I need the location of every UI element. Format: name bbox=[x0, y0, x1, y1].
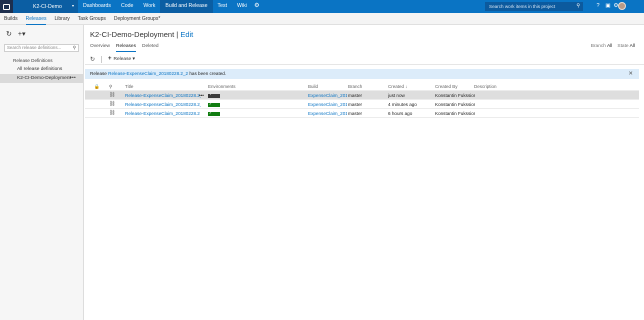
tab-task-groups[interactable]: Task Groups bbox=[74, 13, 110, 25]
created-value: 6 hours ago bbox=[388, 111, 413, 116]
hub-tabs: Builds Releases Library Task Groups Depl… bbox=[0, 13, 644, 25]
definition-search-input[interactable]: Search release definitions... ⚲ bbox=[4, 44, 79, 52]
project-selector[interactable]: K2-CI-Demo ▾ bbox=[13, 0, 78, 13]
definitions-heading: Release Definitions bbox=[13, 58, 53, 63]
toolbar-divider bbox=[101, 55, 103, 63]
table-row[interactable]: ⛓ Release-ExpenseClaim_20180228.2_2 ••• … bbox=[85, 91, 639, 100]
more-actions-icon[interactable]: ••• bbox=[70, 74, 76, 83]
success-check-icon: ✓ bbox=[208, 102, 220, 107]
definition-item-label: All release definitions bbox=[17, 67, 63, 72]
tab-library[interactable]: Library bbox=[50, 13, 73, 25]
project-settings-icon[interactable]: ⚙ bbox=[252, 0, 262, 13]
tab-deployment-groups[interactable]: Deployment Groups* bbox=[110, 13, 164, 25]
vsts-logo-icon[interactable] bbox=[0, 0, 13, 13]
column-branch[interactable]: Branch bbox=[348, 82, 386, 91]
column-environments[interactable]: Environments bbox=[208, 82, 268, 91]
branch-filter-value[interactable]: All bbox=[607, 44, 612, 49]
release-icon: ⛓ bbox=[109, 110, 115, 116]
create-release-label: Release bbox=[113, 57, 132, 62]
help-icon[interactable]: ? bbox=[594, 2, 602, 11]
branch-value: master bbox=[348, 93, 363, 98]
created-value: just now bbox=[388, 93, 405, 98]
definition-item-all[interactable]: All release definitions bbox=[0, 65, 83, 74]
branch-value: master bbox=[348, 111, 363, 116]
column-build[interactable]: Build bbox=[308, 82, 347, 91]
release-title-link[interactable]: Release-ExpenseClaim_20180228.2_1 bbox=[125, 100, 201, 109]
definition-tabs: Overview Releases Deleted bbox=[90, 44, 159, 52]
close-icon[interactable]: ✕ bbox=[628, 69, 633, 79]
release-title-link[interactable]: Release-ExpenseClaim_20180228.2 bbox=[125, 109, 201, 118]
banner-suffix: has been created. bbox=[189, 71, 227, 76]
release-definitions-pane: ↻ +▾ Search release definitions... ⚲ Rel… bbox=[0, 25, 84, 320]
page-title: K2-CI-Demo-Deployment | Edit bbox=[90, 30, 193, 39]
definition-item-label: K2-CI-Demo-Deployment bbox=[17, 76, 71, 81]
banner-release-link[interactable]: Release-ExpenseClaim_20180228.2_2 bbox=[108, 71, 188, 76]
row-more-actions-icon[interactable]: ••• bbox=[199, 91, 207, 100]
created-by-value: Konstantin Fukssion bbox=[435, 111, 475, 116]
nav-dashboards[interactable]: Dashboards bbox=[78, 0, 116, 13]
top-nav-bar: K2-CI-Demo ▾ Dashboards Code Work Build … bbox=[0, 0, 644, 13]
main-content: K2-CI-Demo-Deployment | Edit Overview Re… bbox=[85, 25, 644, 320]
nav-test[interactable]: Test bbox=[213, 0, 233, 13]
state-filter-value[interactable]: All bbox=[630, 44, 635, 49]
grid-header: 🔒 ⚲ Title Environments Build Branch Crea… bbox=[85, 82, 639, 91]
branch-value: master bbox=[348, 102, 363, 107]
created-value: 4 minutes ago bbox=[388, 102, 417, 107]
releases-toolbar: ↻ + Release ▾ bbox=[85, 54, 644, 65]
release-created-banner: Release Release-ExpenseClaim_20180228.2_… bbox=[85, 69, 639, 79]
project-name: K2-CI-Demo bbox=[33, 3, 62, 10]
build-link[interactable]: ExpenseClaim_20180 bbox=[308, 100, 347, 109]
filter-options: Branch All State All bbox=[591, 44, 635, 49]
branch-filter-label: Branch bbox=[590, 44, 606, 49]
left-toolbar: ↻ +▾ bbox=[0, 25, 83, 42]
search-icon[interactable]: ⚲ bbox=[73, 45, 76, 51]
success-check-icon: ✓ bbox=[208, 111, 220, 116]
column-created[interactable]: Created ↓ bbox=[388, 82, 433, 91]
definition-item-k2-ci-demo-deployment[interactable]: K2-CI-Demo-Deployment ••• bbox=[0, 74, 83, 83]
column-description[interactable]: Description bbox=[474, 82, 534, 91]
definition-title: K2-CI-Demo-Deployment bbox=[90, 30, 175, 39]
tab-builds[interactable]: Builds bbox=[0, 13, 22, 25]
state-filter-label: State bbox=[617, 44, 629, 49]
search-icon[interactable]: ⚲ bbox=[576, 2, 580, 11]
add-definition-button[interactable]: +▾ bbox=[18, 30, 26, 38]
tab-releases-list[interactable]: Releases bbox=[116, 44, 136, 52]
nav-build-and-release[interactable]: Build and Release bbox=[160, 0, 213, 13]
release-icon: ⛓ bbox=[109, 92, 115, 98]
created-by-value: Konstantin Fukssion bbox=[435, 93, 475, 98]
created-by-value: Konstantin Fukssion bbox=[435, 102, 475, 107]
build-link[interactable]: ExpenseClaim_20180 bbox=[308, 109, 347, 118]
releases-grid: 🔒 ⚲ Title Environments Build Branch Crea… bbox=[85, 82, 639, 118]
work-item-search-input[interactable]: Search work items in this project ⚲ bbox=[485, 2, 583, 11]
plus-icon: + bbox=[108, 56, 112, 62]
build-link[interactable]: ExpenseClaim_20180 bbox=[308, 91, 347, 100]
table-row[interactable]: ⛓ Release-ExpenseClaim_20180228.2_1 ✓ Ex… bbox=[85, 100, 639, 109]
environment-status[interactable]: ✓ bbox=[208, 109, 268, 119]
lock-icon: 🔒 bbox=[94, 84, 100, 89]
column-title[interactable]: Title bbox=[125, 82, 201, 91]
refresh-icon[interactable]: ↻ bbox=[6, 30, 12, 38]
nav-work[interactable]: Work bbox=[138, 0, 160, 13]
create-release-button[interactable]: + Release ▾ bbox=[108, 56, 135, 62]
bag-icon[interactable]: ▣ bbox=[604, 2, 612, 11]
nav-wiki[interactable]: Wiki bbox=[232, 0, 252, 13]
refresh-icon[interactable]: ↻ bbox=[90, 56, 95, 63]
column-created-by[interactable]: Created By bbox=[435, 82, 475, 91]
release-title-link[interactable]: Release-ExpenseClaim_20180228.2_2 bbox=[125, 91, 201, 100]
tab-deleted[interactable]: Deleted bbox=[142, 44, 159, 51]
pin-icon: ⚲ bbox=[109, 84, 113, 89]
nav-code[interactable]: Code bbox=[116, 0, 138, 13]
tab-releases[interactable]: Releases bbox=[22, 13, 51, 25]
user-avatar[interactable] bbox=[618, 2, 626, 10]
release-icon: ⛓ bbox=[109, 101, 115, 107]
table-row[interactable]: ⛓ Release-ExpenseClaim_20180228.2 ✓ Expe… bbox=[85, 109, 639, 118]
search-placeholder: Search work items in this project bbox=[489, 4, 556, 9]
hub-group-nav: Dashboards Code Work Build and Release T… bbox=[78, 0, 262, 13]
banner-prefix: Release bbox=[90, 71, 107, 76]
in-progress-icon: ◔ bbox=[208, 93, 220, 98]
chevron-down-icon: ▾ bbox=[71, 3, 74, 8]
edit-link[interactable]: Edit bbox=[180, 30, 193, 39]
definition-search-placeholder: Search release definitions... bbox=[7, 45, 62, 50]
tab-overview[interactable]: Overview bbox=[90, 44, 110, 51]
